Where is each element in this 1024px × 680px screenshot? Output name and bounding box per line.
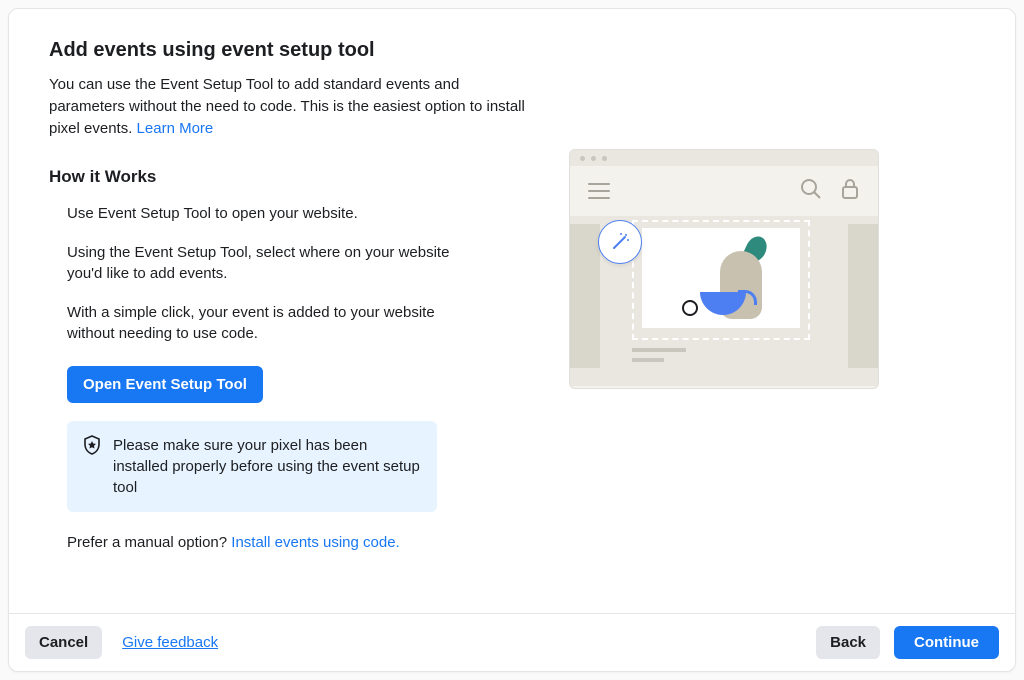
dialog-card: Add events using event setup tool You ca… (8, 8, 1016, 672)
ring-icon (682, 300, 698, 316)
install-pixel-notice: Please make sure your pixel has been ins… (67, 421, 437, 512)
hamburger-icon (588, 183, 610, 199)
shield-icon (83, 435, 101, 460)
manual-prefix: Prefer a manual option? (67, 534, 231, 551)
how-it-works-steps: Use Event Setup Tool to open your websit… (49, 203, 539, 344)
step-item: Use Event Setup Tool to open your websit… (67, 203, 467, 224)
description-text: You can use the Event Setup Tool to add … (49, 76, 525, 137)
learn-more-link[interactable]: Learn More (137, 120, 214, 137)
magic-wand-icon (598, 220, 642, 264)
browser-toolbar-icon (570, 166, 878, 216)
dialog-content: Add events using event setup tool You ca… (9, 9, 1015, 613)
back-button[interactable]: Back (816, 626, 880, 659)
event-setup-illustration (569, 149, 879, 389)
install-events-using-code-link[interactable]: Install events using code. (231, 534, 399, 551)
step-item: Using the Event Setup Tool, select where… (67, 242, 467, 284)
manual-option: Prefer a manual option? Install events u… (67, 534, 539, 551)
cancel-button[interactable]: Cancel (25, 626, 102, 659)
page-description: You can use the Event Setup Tool to add … (49, 74, 539, 139)
page-title: Add events using event setup tool (49, 39, 539, 62)
right-column (569, 39, 975, 603)
notice-text: Please make sure your pixel has been ins… (113, 435, 421, 498)
browser-titlebar-icon (570, 150, 878, 166)
how-it-works-title: How it Works (49, 167, 539, 187)
search-icon (800, 178, 822, 205)
left-column: Add events using event setup tool You ca… (49, 39, 539, 603)
give-feedback-link[interactable]: Give feedback (122, 634, 218, 651)
continue-button[interactable]: Continue (894, 626, 999, 659)
dialog-footer: Cancel Give feedback Back Continue (9, 613, 1015, 671)
step-item: With a simple click, your event is added… (67, 302, 467, 344)
open-event-setup-tool-button[interactable]: Open Event Setup Tool (67, 366, 263, 403)
lock-icon (840, 178, 860, 205)
